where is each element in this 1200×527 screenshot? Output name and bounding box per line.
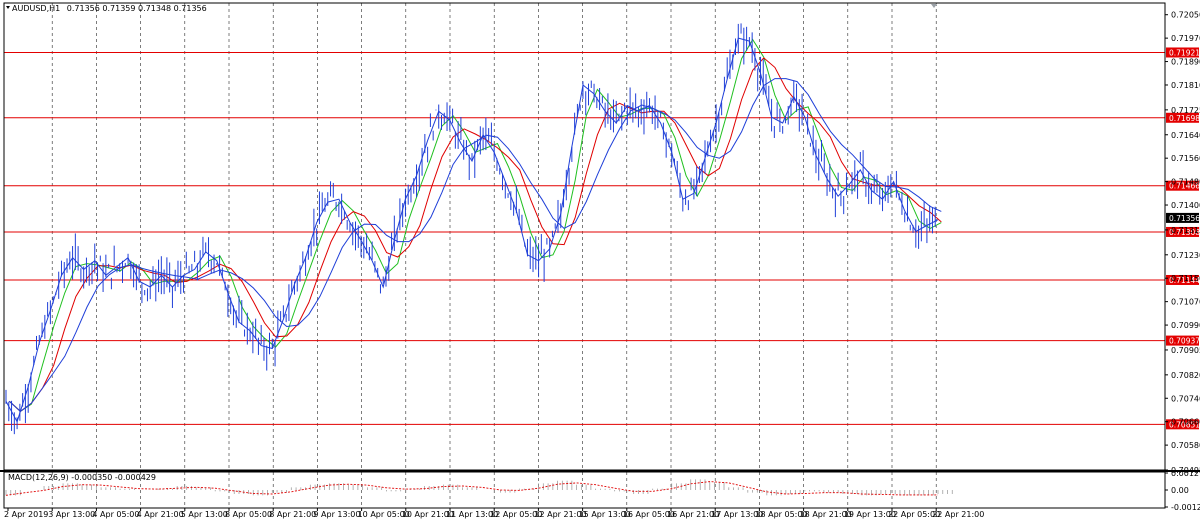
price-tick-label: 0.71970 [1171, 34, 1200, 43]
window-collapse-icon[interactable] [6, 6, 10, 9]
macd-tick-label: -0.001279 [1171, 503, 1200, 512]
time-tick-label: 8 Apr 21:00 [269, 510, 316, 519]
level-price-label: 0.70937 [1169, 337, 1200, 346]
price-tick-label: 0.71315 [1171, 226, 1200, 235]
price-tick-label: 0.70740 [1171, 394, 1200, 403]
ohlc-label: 0.71356 0.71359 0.71348 0.71356 [67, 4, 207, 13]
time-tick-label: 3 Apr 13:00 [48, 510, 95, 519]
main-header: AUDUSD,H1 0.71356 0.71359 0.71348 0.7135… [12, 4, 207, 13]
time-tick-label: 9 Apr 13:00 [313, 510, 360, 519]
price-tick-label: 0.71810 [1171, 81, 1200, 90]
macd-panel-frame [3, 471, 1166, 509]
trading-chart[interactable]: 0.71921 0.71698 0.71466 0.71308 0.71144 0.709… [0, 0, 1200, 523]
axes: 2 Apr 2019 3 Apr 13:004 Apr 05:004 Apr 21… [4, 11, 1200, 519]
moving-average-line [8, 78, 942, 413]
main-panel-frame [3, 2, 1166, 471]
price-tick-label: 0.70990 [1171, 321, 1200, 330]
price-series [5, 23, 939, 435]
price-tick-label: 0.71725 [1171, 106, 1200, 115]
time-tick-label: 4 Apr 21:00 [137, 510, 184, 519]
macd-tick-label: 0.00 [1171, 486, 1189, 495]
time-tick-label: 2 Apr 2019 [4, 510, 48, 519]
price-tick-label: 0.71150 [1171, 274, 1200, 283]
time-tick-label: 4 Apr 05:00 [92, 510, 139, 519]
price-tick-label: 0.71890 [1171, 58, 1200, 67]
macd-tick-label: 0.001279 [1171, 469, 1200, 478]
chart-frame [0, 2, 1200, 509]
price-tick-label: 0.70660 [1171, 418, 1200, 427]
price-tick-label: 0.71070 [1171, 298, 1200, 307]
grid-lines [51, 3, 937, 508]
moving-average-lines [8, 38, 942, 413]
price-tick-label: 0.70905 [1171, 346, 1200, 355]
time-tick-label: 8 Apr 05:00 [225, 510, 272, 519]
horizontal-levels[interactable]: 0.719210.716980.714660.713080.711440.709… [4, 47, 1200, 430]
price-tick-label: 0.71230 [1171, 251, 1200, 260]
current-price-label: 0.71356 [1169, 214, 1200, 223]
price-tick-label: 0.70580 [1171, 441, 1200, 450]
price-tick-label: 0.71560 [1171, 154, 1200, 163]
price-tick-label: 0.71400 [1171, 201, 1200, 210]
time-tick-label: 5 Apr 13:00 [181, 510, 228, 519]
level-price-label: 0.71921 [1169, 48, 1200, 57]
price-tick-label: 0.71480 [1171, 178, 1200, 187]
time-tick-label: 22 Apr 21:00 [932, 510, 984, 519]
price-tick-label: 0.70820 [1171, 371, 1200, 380]
price-tick-label: 0.71640 [1171, 131, 1200, 140]
price-tick-label: 0.72050 [1171, 11, 1200, 20]
symbol-label: AUDUSD,H1 [12, 4, 60, 13]
chart-canvas[interactable]: 0.719210.716980.714660.713080.711440.709… [0, 0, 1200, 523]
moving-average-line [8, 38, 942, 413]
level-price-label: 0.71698 [1169, 114, 1200, 123]
macd-header: MACD(12,26,9) -0.000350 -0.000429 [8, 473, 156, 482]
price-line [5, 37, 939, 423]
